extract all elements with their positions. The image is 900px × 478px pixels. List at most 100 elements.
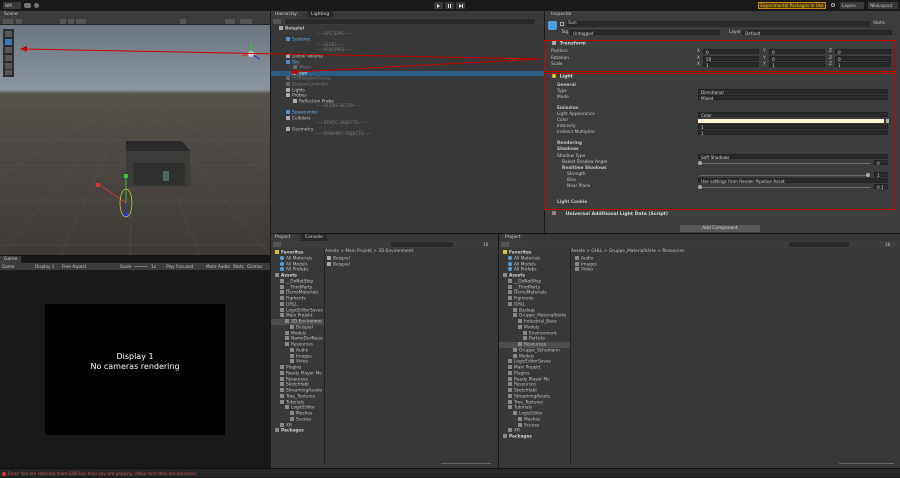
light-toggle-icon[interactable] [60,19,66,24]
light-cookie-foldout[interactable]: Light Cookie [557,200,587,206]
crumb[interactable]: Resources [662,249,684,254]
stats-toggle[interactable]: Stats [233,263,244,270]
fx-toggle-icon[interactable] [76,19,86,24]
tree-item[interactable]: Beispiel [271,324,324,331]
near-plane-field[interactable]: 0.1 [874,184,888,190]
tree-item[interactable]: Particle [499,336,570,342]
emission-foldout[interactable]: Emission [557,106,579,112]
transform-header[interactable]: Transform [548,41,895,47]
additional-light-header[interactable]: Universal Additional Light Data (Script) [548,211,895,217]
hierarchy-item[interactable]: -----DYNAMIC OBJECTS----- [271,132,544,138]
shadows-foldout[interactable]: Shadows [557,147,579,153]
tree-item[interactable]: 3D-Environme [271,319,324,325]
layout-dropdown[interactable]: NiloLayout [868,2,898,9]
tree-item[interactable]: All Prefabs [271,267,324,273]
transform-x-field[interactable]: 50 [703,55,759,62]
tree-item[interactable]: Models [499,324,570,331]
tab-project-right[interactable]: Project [501,234,525,241]
project-right-search-input[interactable] [789,242,849,247]
light-header[interactable]: Light [548,74,895,80]
baked-angle-knob[interactable] [698,161,702,165]
rendering-foldout[interactable]: Rendering [557,141,582,147]
tree-item[interactable]: Gruppe_Schumann [499,347,570,354]
project-left-add-icon[interactable] [273,242,281,247]
transform-tool-icon[interactable] [5,70,12,75]
tree-item[interactable]: Assets [271,273,324,279]
active-checkbox[interactable] [560,22,564,26]
tree-item[interactable]: Scenes [499,422,570,429]
crumb[interactable]: GHLL [591,249,602,254]
tree-item[interactable]: Models [499,353,570,360]
transform-z-field[interactable]: 1 [835,62,891,68]
search-icon[interactable] [831,3,835,7]
tree-item[interactable]: Meshes [499,416,570,423]
account-button[interactable]: NM [3,2,21,9]
tab-console[interactable]: Console [301,234,327,241]
tab-project[interactable]: Project [271,234,295,241]
baked-angle-field[interactable]: 0 [874,160,888,166]
aspect-dropdown[interactable]: Free Aspect [62,263,86,270]
gizmos-icon[interactable] [240,19,252,24]
crumb[interactable]: Main Projekt [345,249,371,254]
tree-item[interactable]: DemoMaterials [499,290,570,296]
gizmos-toggle[interactable]: Gizmos [247,263,262,270]
tree-item[interactable]: __ThirdParty [271,284,324,291]
tree-item[interactable]: Environment [499,330,570,337]
eyedropper-icon[interactable] [886,119,889,123]
near-plane-knob[interactable] [698,185,702,189]
tree-item[interactable]: SketchfabI [499,388,570,394]
tree-item[interactable]: Packages [499,434,570,440]
tree-item[interactable]: Assets [499,273,570,279]
indirect-field[interactable]: 1 [698,130,888,136]
tab-hierarchy[interactable]: Hierarchy [271,11,301,18]
project-right-zoom-slider[interactable] [839,463,894,464]
tree-item[interactable]: Tree_Textures [271,393,324,400]
file-item[interactable]: Beispiel [327,262,350,268]
static-toggle[interactable]: Static [873,21,885,27]
tree-item[interactable]: Ready Player Me [271,370,324,377]
experimental-packages-badge[interactable]: Experimental Packages In Use [758,2,826,9]
tree-item[interactable]: Tree_Textures [499,399,570,406]
tree-item[interactable]: Main Projekt [271,313,324,319]
tree-item[interactable]: SketchfabI [271,382,324,388]
tree-item[interactable]: DemoMaterials [271,290,324,296]
tree-item[interactable]: Resources [499,342,570,348]
tree-item[interactable]: Main Projekt [499,365,570,371]
game-mode-dropdown[interactable]: Game [2,263,14,270]
rotate-tool-icon[interactable] [5,47,12,53]
tree-item[interactable]: All Prefabs [499,267,570,273]
tag-dropdown[interactable]: Untagged [570,30,720,36]
pause-icon[interactable] [445,2,454,9]
mode-dropdown[interactable]: Mixed [698,95,888,101]
tree-item[interactable]: All Models [271,261,324,268]
game-viewport[interactable]: Display 1 No cameras rendering [45,304,225,435]
tree-item[interactable]: __DoNotShip [271,278,324,285]
tree-item[interactable]: StreamingAssets [499,393,570,400]
play-focused-dropdown[interactable]: Play Focused [166,263,193,270]
hierarchy-search-input[interactable] [285,19,535,24]
transform-y-field[interactable]: 0 [769,55,825,62]
project-left-search-input[interactable] [391,242,453,247]
draw-mode-icon[interactable] [3,19,13,24]
tree-item[interactable]: All Materials [271,255,324,262]
tree-item[interactable]: Resources [271,342,324,348]
crumb[interactable]: Assets [571,249,585,254]
tree-item[interactable]: Meshes [271,411,324,417]
tree-item[interactable]: Resources [499,382,570,388]
scale-slider[interactable] [134,266,148,267]
tree-item[interactable]: LogicEditorSaves [499,359,570,365]
tree-item[interactable]: __ThirdParty [499,284,570,291]
crumb[interactable]: Gruppe_Materialhärte [609,249,656,254]
collab-icon[interactable] [34,3,39,8]
tree-item[interactable]: Models [271,330,324,337]
object-name-field[interactable]: Sun [566,21,870,27]
tree-item[interactable]: Ready Player Me [499,376,570,383]
appearance-dropdown[interactable]: Color [698,112,888,118]
scale-tool-icon[interactable] [5,55,12,61]
tree-item[interactable]: XR [271,422,324,429]
tree-item[interactable]: Scenes [271,416,324,423]
transform-z-field[interactable]: 0 [835,49,891,55]
audio-toggle-icon[interactable] [68,19,74,24]
add-component-button[interactable]: Add Component [680,225,760,232]
tree-item[interactable]: GHLL [499,301,570,308]
